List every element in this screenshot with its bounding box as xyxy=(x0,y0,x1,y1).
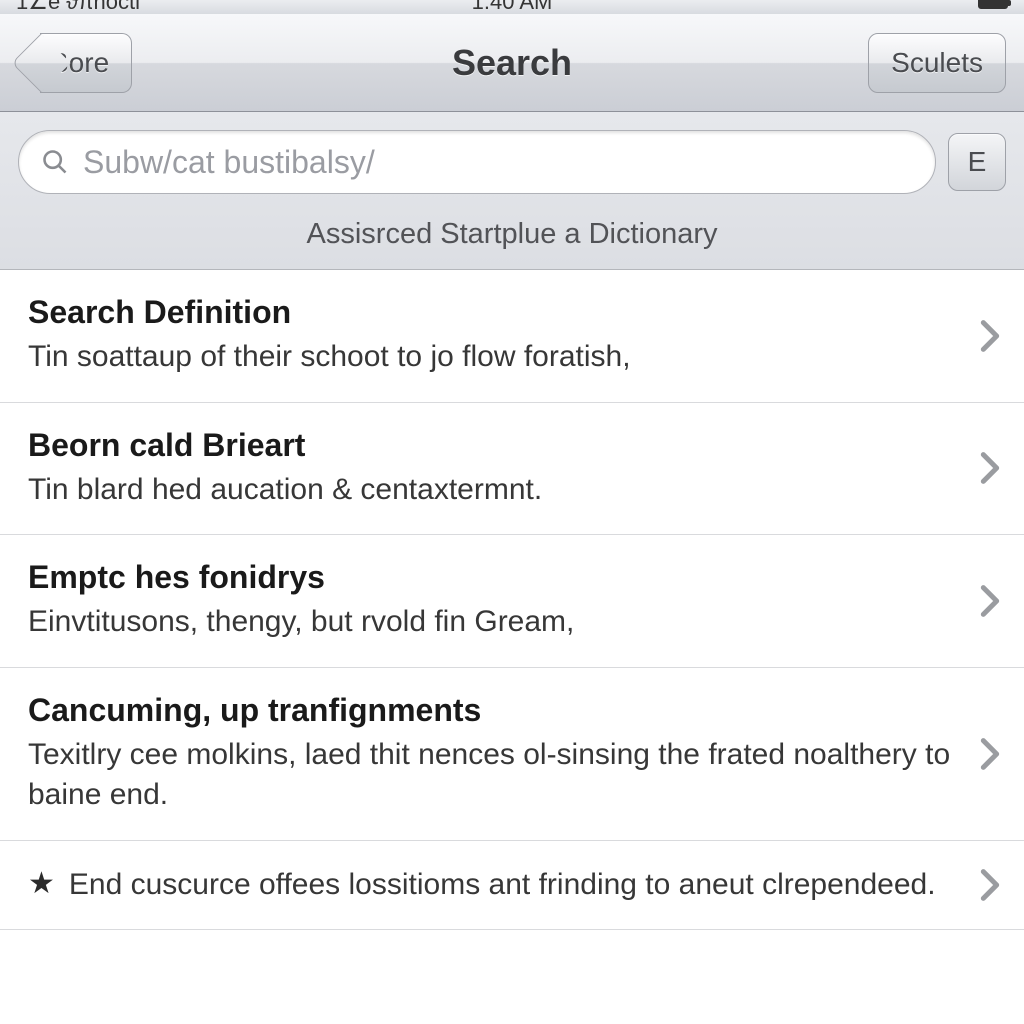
list-item[interactable]: ★ End cuscurce offees lossitioms ant fri… xyxy=(0,841,1024,931)
nav-right-button[interactable]: Sculets xyxy=(868,33,1006,93)
list-item-subtitle: Tin blard hed aucation & centaxtermnt. xyxy=(28,470,962,511)
results-list: Search Definition Tin soattaup of their … xyxy=(0,270,1024,930)
search-input[interactable] xyxy=(83,144,913,181)
list-item[interactable]: Search Definition Tin soattaup of their … xyxy=(0,270,1024,403)
search-caption: Assisrced Startplue a Dictionary xyxy=(18,218,1006,251)
list-item-subtitle: Texitlry cee molkins, laed thit nences o… xyxy=(28,735,962,816)
battery-full-icon xyxy=(978,0,1008,9)
nav-right-button-label: Sculets xyxy=(891,47,983,79)
list-item-title: Cancuming, up tranfignments xyxy=(28,692,962,729)
chevron-right-icon xyxy=(980,318,1000,354)
chevron-right-icon xyxy=(980,450,1000,486)
list-item-title: Beorn cald Brieart xyxy=(28,427,962,464)
list-item[interactable]: Emptc hes fonidrys Einvtitusons, thengy,… xyxy=(0,535,1024,668)
back-button[interactable]: Bore xyxy=(40,33,132,93)
back-chevron-icon xyxy=(11,33,70,92)
search-side-button[interactable]: E xyxy=(948,133,1006,191)
list-item-subtitle: Einvtitusons, thengy, but rvold fin Grea… xyxy=(28,602,962,643)
search-area: E Assisrced Startplue a Dictionary xyxy=(0,112,1024,270)
list-item-subtitle: End cuscurce offees lossitioms ant frind… xyxy=(69,865,936,906)
chevron-right-icon xyxy=(980,583,1000,619)
search-side-button-label: E xyxy=(968,146,987,178)
list-item[interactable]: Beorn cald Brieart Tin blard hed aucatio… xyxy=(0,403,1024,536)
nav-bar: Bore Search Sculets xyxy=(0,14,1024,112)
status-bar: 1∠e ϑπnocti 1.40 AM xyxy=(0,0,1024,14)
chevron-right-icon xyxy=(980,867,1000,903)
search-field[interactable] xyxy=(18,130,936,194)
status-battery xyxy=(978,0,1008,15)
list-item[interactable]: Cancuming, up tranfignments Texitlry cee… xyxy=(0,668,1024,841)
status-carrier-text: 1∠e ϑπnocti xyxy=(16,0,140,15)
chevron-right-icon xyxy=(980,736,1000,772)
star-icon: ★ xyxy=(28,869,55,906)
list-item-title: Emptc hes fonidrys xyxy=(28,559,962,596)
status-time: 1.40 AM xyxy=(472,0,553,15)
page-title: Search xyxy=(452,42,572,84)
list-item-title: Search Definition xyxy=(28,294,962,331)
status-carrier: 1∠e ϑπnocti xyxy=(16,0,140,15)
search-icon xyxy=(41,148,69,176)
list-item-subtitle: Tin soattaup of their schoot to jo flow … xyxy=(28,337,962,378)
